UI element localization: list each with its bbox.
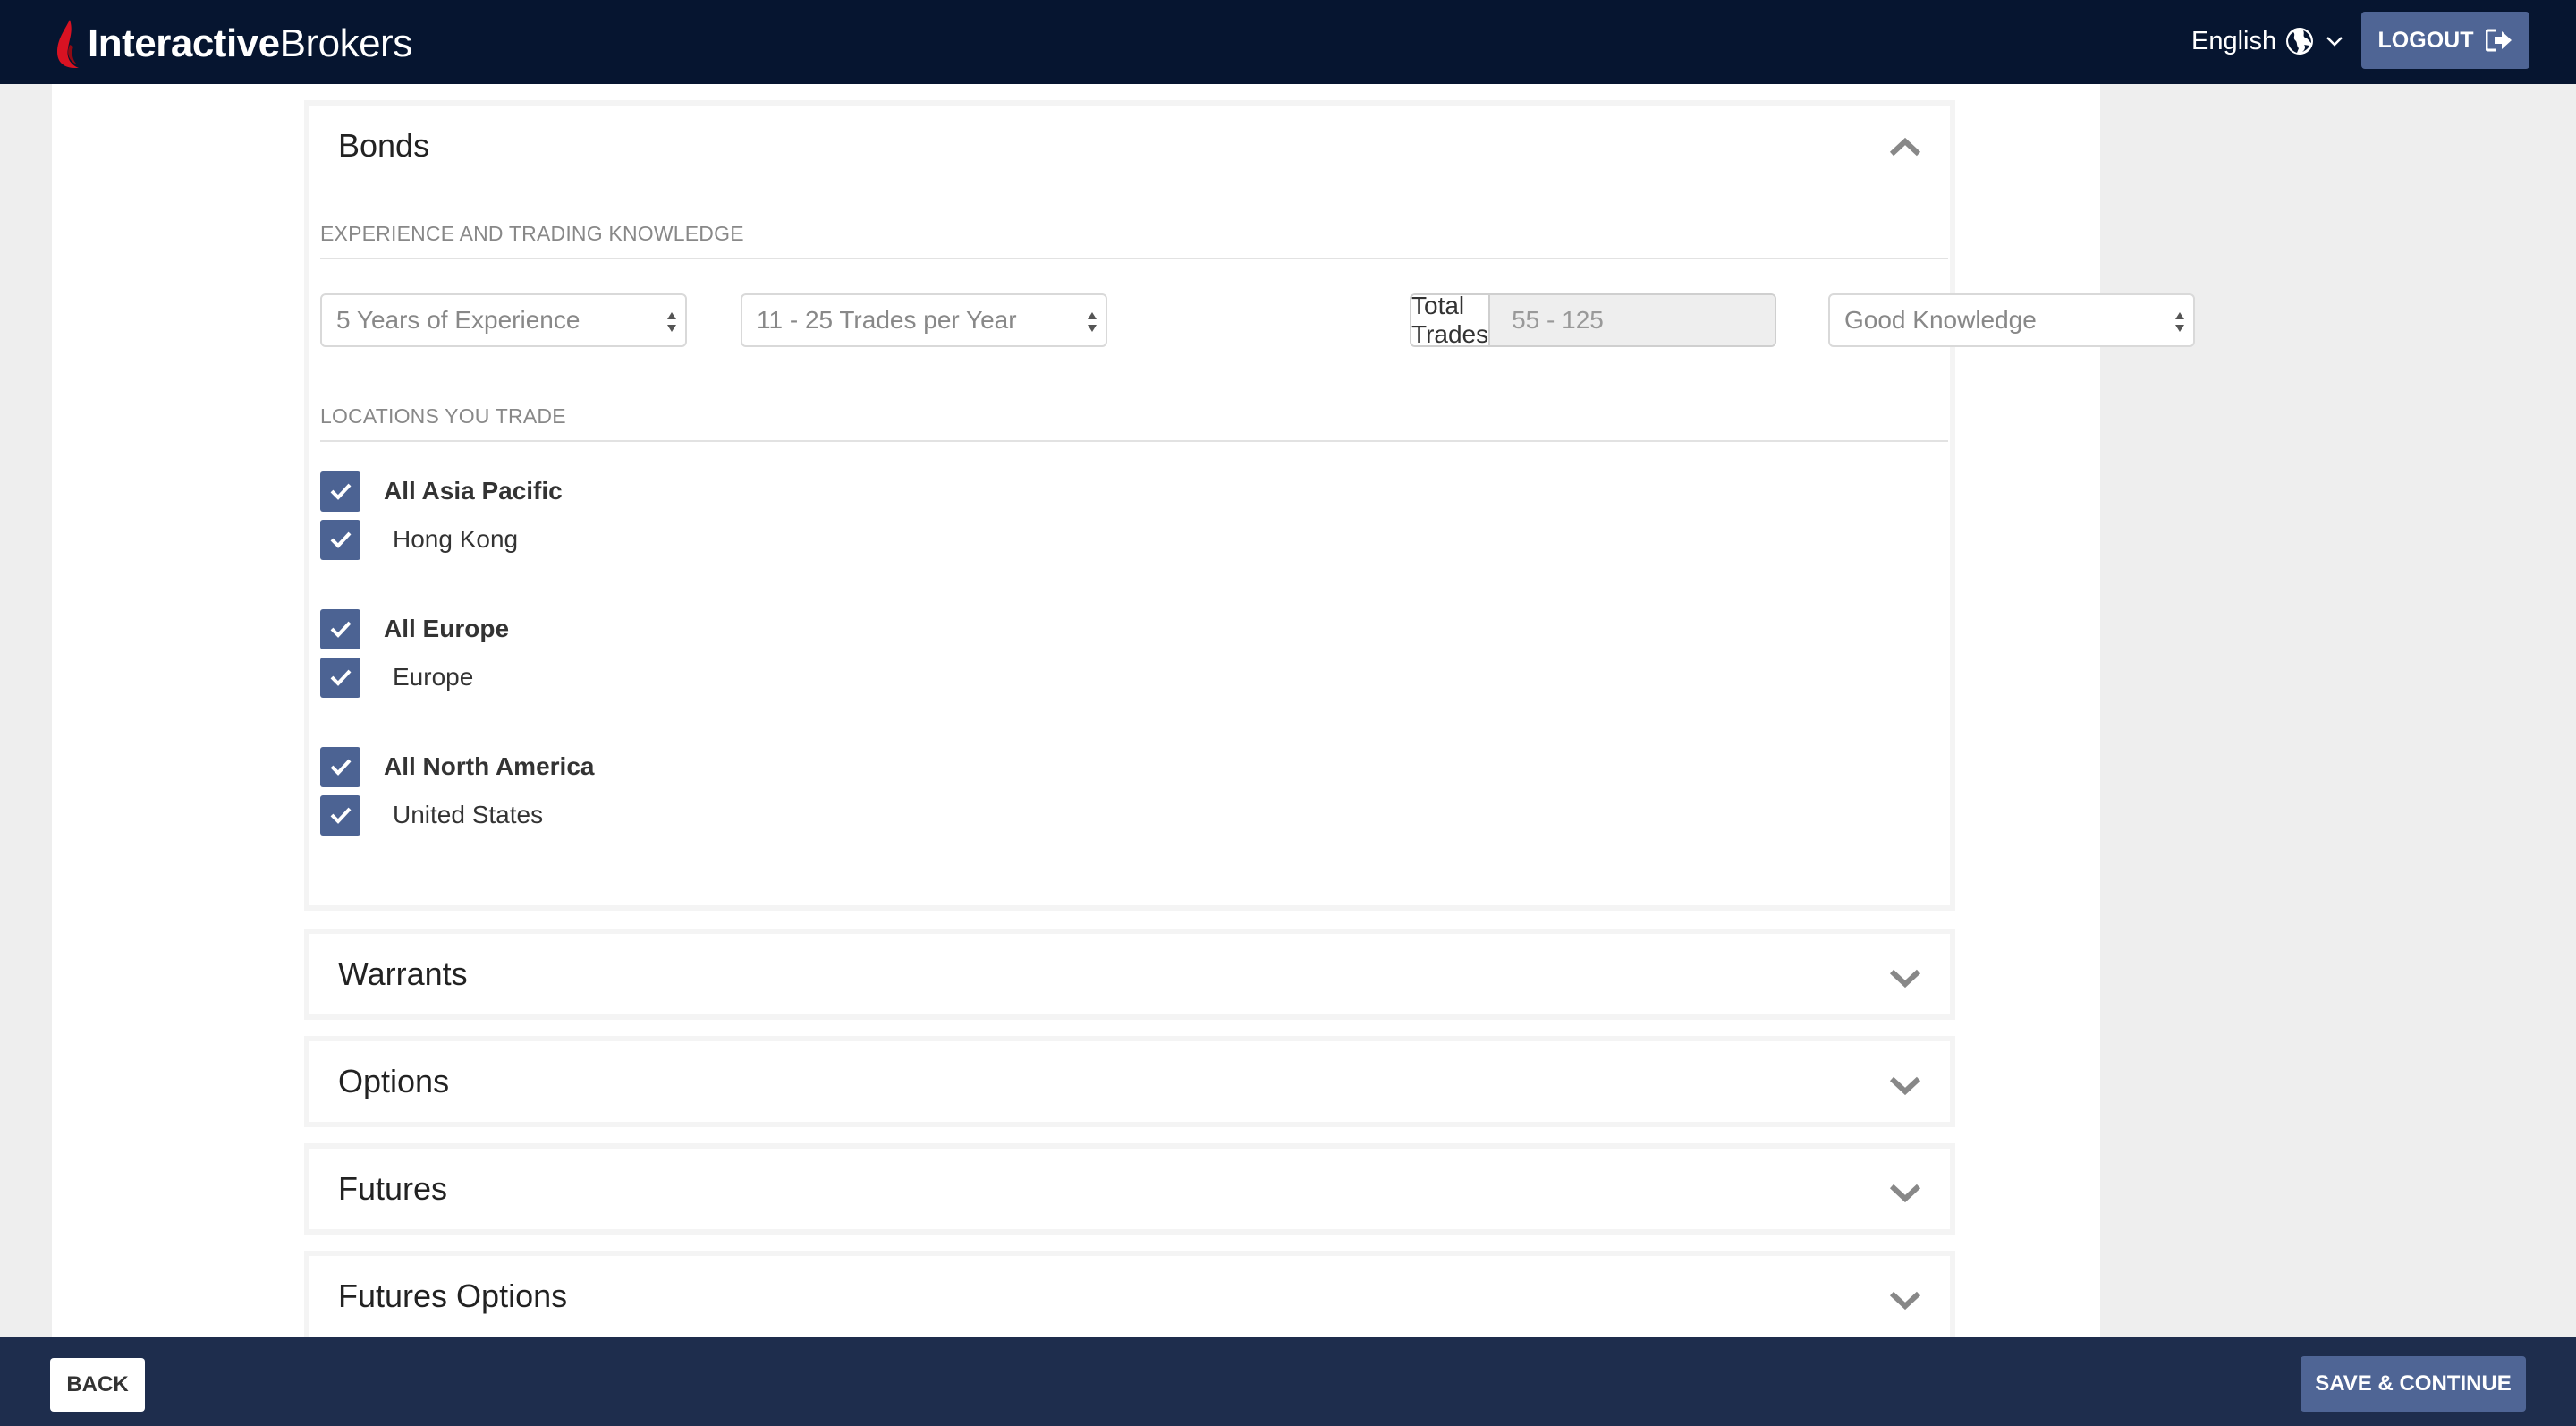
checkbox-all-north-america[interactable] [320,746,360,787]
location-group-europe[interactable]: All Europe [320,608,509,649]
years-experience-select[interactable]: 5 Years of Experience [320,293,687,347]
interactive-brokers-logo[interactable]: InteractiveBrokers [52,16,412,72]
years-experience-value: 5 Years of Experience [336,306,580,334]
language-selector[interactable]: English [2191,23,2344,59]
location-group-north-america[interactable]: All North America [320,746,594,787]
warrants-panel[interactable]: Warrants [304,929,1955,1020]
globe-icon [2286,28,2314,55]
logout-label: LOGOUT [2377,27,2474,53]
checkbox-hong-kong[interactable] [320,519,360,560]
chevron-down-icon[interactable] [1887,1074,1923,1099]
futures-options-panel[interactable]: Futures Options [304,1251,1955,1342]
checkmark-icon [330,483,351,500]
divider [320,440,1948,442]
checkbox-united-states[interactable] [320,794,360,836]
language-label: English [2191,26,2277,55]
location-group-label: All Asia Pacific [384,477,563,505]
trades-per-year-select[interactable]: 11 - 25 Trades per Year [741,293,1107,347]
checkbox-all-asia-pacific[interactable] [320,471,360,512]
futures-options-panel-title[interactable]: Futures Options [338,1277,567,1315]
location-group-asia-pacific[interactable]: All Asia Pacific [320,471,563,512]
top-nav-bar: InteractiveBrokers English LOGOUT [0,0,2576,84]
location-item-hong-kong[interactable]: Hong Kong [320,519,518,560]
checkmark-icon [330,669,351,686]
knowledge-level-select[interactable]: Good Knowledge [1828,293,2195,347]
location-group-label: All Europe [384,615,510,642]
options-panel-title[interactable]: Options [338,1063,449,1100]
total-trades-group: Total Trades [1410,293,1776,347]
location-group-label: All North America [384,752,595,780]
back-button[interactable]: BACK [50,1358,145,1412]
main-content: Bonds EXPERIENCE AND TRADING KNOWLEDGE 5… [52,84,2195,1342]
chevron-up-icon[interactable] [1887,134,1923,159]
location-item-europe[interactable]: Europe [320,657,473,698]
brand-name: InteractiveBrokers [88,21,412,65]
location-item-label: United States [393,801,544,828]
location-item-label: Europe [393,663,474,691]
total-trades-field [1490,295,1775,345]
select-arrows-icon [2175,312,2184,332]
futures-panel-title[interactable]: Futures [338,1170,447,1208]
checkmark-icon [330,531,351,548]
save-and-continue-button[interactable]: SAVE & CONTINUE [2301,1356,2526,1412]
checkmark-icon [330,621,351,638]
location-item-united-states[interactable]: United States [320,794,543,836]
divider [320,258,1948,259]
checkmark-icon [330,807,351,824]
bonds-panel-title[interactable]: Bonds [338,127,429,165]
select-arrows-icon [1088,312,1097,332]
bonds-panel: Bonds EXPERIENCE AND TRADING KNOWLEDGE 5… [304,100,2195,911]
warrants-panel-title[interactable]: Warrants [338,955,468,993]
checkbox-europe[interactable] [320,657,360,698]
experience-section-label: EXPERIENCE AND TRADING KNOWLEDGE [320,222,744,245]
futures-panel[interactable]: Futures [304,1143,1955,1235]
chevron-down-icon [2326,37,2343,47]
chevron-down-icon[interactable] [1887,1288,1923,1313]
chevron-down-icon[interactable] [1887,966,1923,991]
logout-button[interactable]: LOGOUT [2361,12,2529,69]
bottom-action-bar: BACK SAVE & CONTINUE [0,1337,2576,1426]
brokers-flame-icon [57,20,79,68]
total-trades-label: Total Trades [1411,293,1491,347]
trades-per-year-value: 11 - 25 Trades per Year [757,306,1017,334]
sign-out-icon [2486,29,2512,52]
select-arrows-icon [667,312,676,332]
checkmark-icon [330,759,351,776]
checkbox-all-europe[interactable] [320,608,360,649]
chevron-down-icon[interactable] [1887,1181,1923,1206]
options-panel[interactable]: Options [304,1036,1955,1127]
knowledge-level-value: Good Knowledge [1844,306,2037,334]
location-item-label: Hong Kong [393,525,519,553]
locations-section-label: LOCATIONS YOU TRADE [320,404,566,428]
